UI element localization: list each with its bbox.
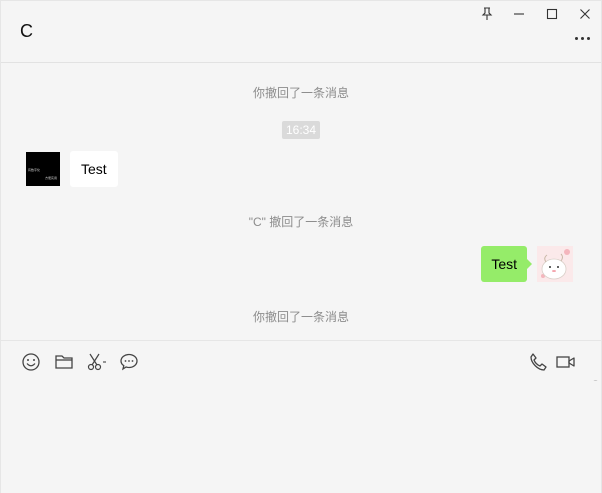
avatar-caption: 有数字化	[28, 168, 41, 172]
minimize-icon[interactable]	[507, 5, 531, 23]
input-toolbar	[1, 340, 601, 380]
chat-window: C 你撤回了一条消息 16:34 有数字化 方便实用 Test "C" 撤回了一…	[0, 0, 602, 493]
chat-bubble-icon[interactable]	[118, 351, 140, 373]
message-list: 你撤回了一条消息 16:34 有数字化 方便实用 Test "C" 撤回了一条消…	[1, 64, 601, 402]
more-icon[interactable]	[571, 31, 593, 45]
system-message: 你撤回了一条消息	[252, 86, 349, 100]
close-icon[interactable]	[573, 5, 597, 23]
folder-icon[interactable]	[53, 351, 75, 373]
phone-icon[interactable]	[527, 351, 549, 373]
scissors-icon[interactable]	[86, 351, 108, 373]
video-icon[interactable]	[555, 351, 577, 373]
emoji-icon[interactable]	[20, 351, 42, 373]
outgoing-message-bubble[interactable]: Test	[481, 246, 532, 282]
system-message: "C" 撤回了一条消息	[248, 215, 354, 229]
chat-title: C	[20, 21, 33, 41]
incoming-message-bubble[interactable]: Test	[70, 151, 118, 187]
system-message: 你撤回了一条消息	[252, 310, 349, 324]
user-avatar[interactable]	[537, 246, 573, 282]
maximize-icon[interactable]	[540, 5, 564, 23]
avatar-caption: 方便实用	[45, 176, 58, 180]
title-bar: C	[1, 1, 601, 63]
pin-icon[interactable]	[475, 5, 499, 23]
contact-avatar[interactable]: 有数字化 方便实用	[26, 152, 60, 186]
timestamp: 16:34	[281, 121, 321, 139]
message-input[interactable]	[1, 381, 601, 493]
